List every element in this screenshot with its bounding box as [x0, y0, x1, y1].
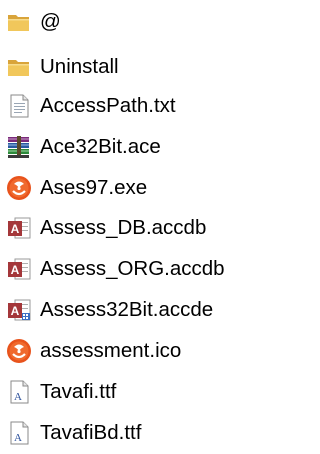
- file-name: Assess32Bit.accde: [40, 298, 214, 321]
- orange-logo-icon: [7, 176, 31, 200]
- text-file-icon: [10, 94, 29, 118]
- file-item-assess-org-accdb[interactable]: A Assess_ORG.accdb: [0, 252, 241, 286]
- file-name: Tavafi.ttf: [40, 380, 117, 403]
- svg-text:A: A: [11, 263, 20, 277]
- file-name: AccessPath.txt: [40, 94, 176, 117]
- file-item-assess32bit-accde[interactable]: A Assess32Bit.accde: [0, 293, 241, 327]
- file-name: @: [40, 10, 61, 33]
- file-name: Ace32Bit.ace: [40, 135, 161, 158]
- file-name: assessment.ico: [40, 339, 182, 362]
- svg-text:A: A: [14, 391, 22, 403]
- file-item-accesspath-txt[interactable]: AccessPath.txt: [0, 89, 241, 123]
- file-item-uninstall-folder[interactable]: Uninstall: [0, 50, 241, 84]
- font-file-icon: A: [10, 421, 29, 445]
- file-item-assess-db-accdb[interactable]: A Assess_DB.accdb: [0, 211, 241, 245]
- file-item-tavafibd-ttf[interactable]: A TavafiBd.ttf: [0, 416, 241, 450]
- file-name: Uninstall: [40, 55, 119, 78]
- file-item-assessment-ico[interactable]: assessment.ico: [0, 334, 241, 368]
- folder-icon: [8, 15, 29, 31]
- access-database-icon: A: [8, 258, 31, 280]
- file-name: Assess_ORG.accdb: [40, 257, 225, 280]
- access-database-locked-icon: A: [8, 299, 31, 321]
- svg-text:A: A: [11, 304, 20, 318]
- svg-text:A: A: [11, 222, 20, 236]
- archive-books-icon: [8, 136, 29, 158]
- file-item-ace32bit-ace[interactable]: Ace32Bit.ace: [0, 130, 241, 164]
- svg-text:A: A: [14, 432, 22, 444]
- file-name: TavafiBd.ttf: [40, 421, 142, 444]
- file-item-ases97-exe[interactable]: Ases97.exe: [0, 171, 241, 205]
- file-item-tavafi-ttf[interactable]: A Tavafi.ttf: [0, 375, 241, 409]
- file-list: @ Uninstall AccessPath.txt Ace32Bit.ace …: [0, 0, 241, 454]
- access-database-icon: A: [8, 217, 31, 239]
- orange-logo-icon: [7, 339, 31, 363]
- file-item-at-folder[interactable]: @: [0, 5, 241, 39]
- file-name: Ases97.exe: [40, 176, 148, 199]
- file-name: Assess_DB.accdb: [40, 216, 207, 239]
- folder-icon: [8, 60, 29, 76]
- font-file-icon: A: [10, 380, 29, 404]
